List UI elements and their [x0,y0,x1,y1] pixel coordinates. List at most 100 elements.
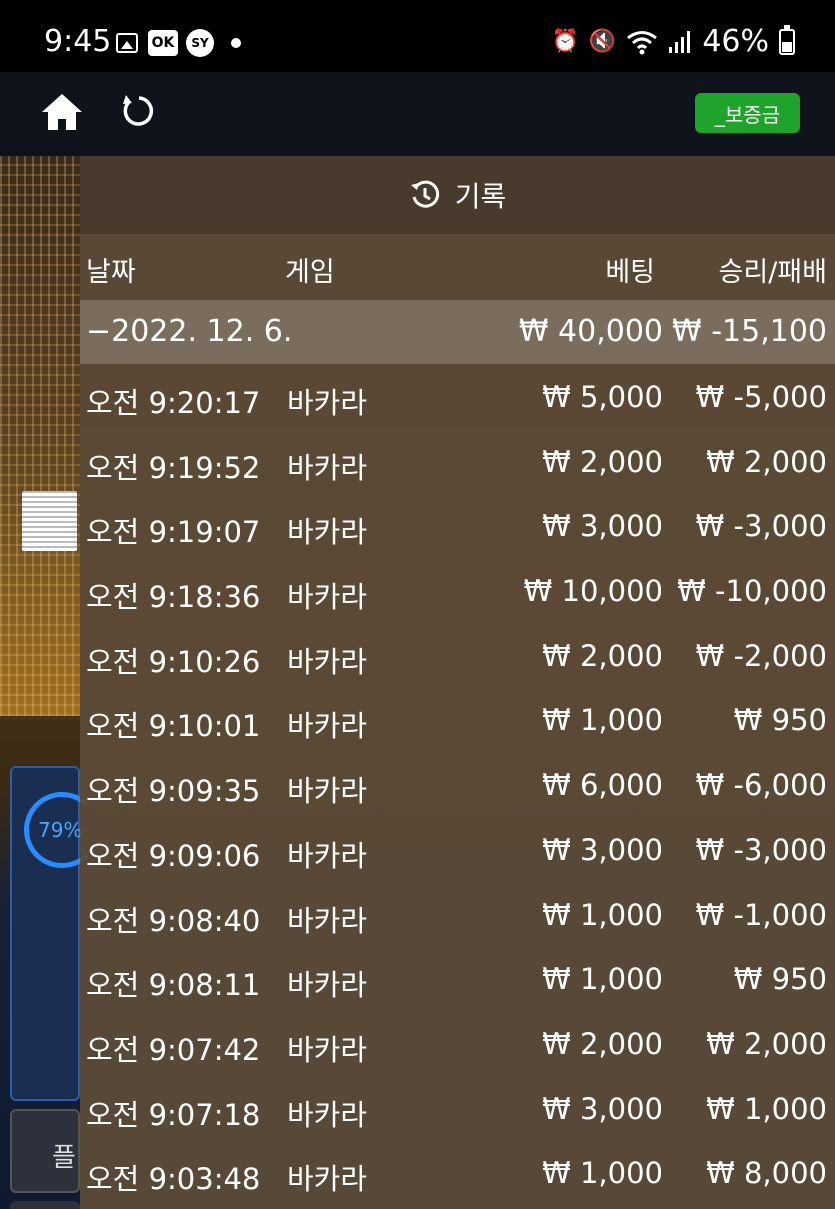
table-row[interactable]: 오전 9:19:07 바카라 ₩ 3,000 ₩ -3,000 [80,493,835,558]
row-time: 오전 9:09:06 [86,838,261,873]
progress-value: 79% [38,818,83,842]
casino-backdrop [0,156,80,716]
row-bet: ₩ 3,000 [542,509,663,544]
betting-side-panel[interactable]: 79% [10,766,100,1101]
table-row[interactable]: 오전 9:10:01 바카라 ₩ 1,000 ₩ 950 [80,687,835,752]
table-row[interactable]: 오전 9:18:36 바카라 ₩ 10,000 ₩ -10,000 [80,558,835,623]
image-icon [116,33,138,53]
status-bar: 9:45 OK SY ⏰ 🔇 46% [0,0,835,72]
row-bet: ₩ 5,000 [542,380,663,414]
date-group-winloss: ₩ -15,100 [672,314,827,349]
history-column-headers: 날짜 게임 베팅 승리/패배 [80,234,835,300]
row-winloss: ₩ -6,000 [695,768,827,803]
history-panel: 기록 날짜 게임 베팅 승리/패배 −2022. 12. 6. ₩ 40,000… [80,156,835,1209]
battery-percent: 46% [702,24,769,59]
row-game: 바카라 [287,450,368,485]
history-header: 기록 [80,156,835,234]
row-bet: ₩ 2,000 [542,638,663,673]
table-row[interactable]: 오전 9:07:42 바카라 ₩ 2,000 ₩ 2,000 [80,1011,835,1076]
status-time: 9:45 [44,24,112,59]
alarm-icon: ⏰ [551,29,579,54]
row-game: 바카라 [287,838,368,873]
row-bet: ₩ 3,000 [542,1091,663,1126]
row-winloss: ₩ -3,000 [695,509,827,544]
row-game: 바카라 [287,968,368,1003]
player-bonus-label: 플 [52,1143,76,1173]
player-bonus-button[interactable]: 플 [10,1109,80,1193]
ok-icon: OK [148,30,178,56]
table-row[interactable]: 오전 9:09:06 바카라 ₩ 3,000 ₩ -3,000 [80,817,835,882]
row-winloss: ₩ -10,000 [677,574,827,609]
battery-icon [779,24,795,55]
row-time: 오전 9:07:42 [86,1032,261,1067]
row-time: 오전 9:08:40 [86,903,261,938]
row-time: 오전 9:08:11 [86,968,261,1003]
sy-icon: SY [186,29,214,57]
row-bet: ₩ 1,000 [542,897,663,932]
row-game: 바카라 [287,515,368,550]
row-winloss: ₩ -5,000 [695,380,827,414]
status-right-group: ⏰ 🔇 46% [551,24,795,59]
table-row[interactable]: 오전 9:08:11 바카라 ₩ 1,000 ₩ 950 [80,946,835,1011]
row-winloss: ₩ -2,000 [695,638,827,673]
column-game: 게임 [285,257,335,288]
row-time: 오전 9:18:36 [86,580,261,615]
row-winloss: ₩ 950 [733,703,827,738]
row-time: 오전 9:20:17 [86,386,261,420]
date-group-date: −2022. 12. 6. [86,314,293,349]
history-title: 기록 [454,180,507,213]
row-game: 바카라 [287,1032,368,1067]
app-header: _보증금 [0,72,835,156]
table-row[interactable]: 오전 9:07:18 바카라 ₩ 3,000 ₩ 1,000 [80,1076,835,1141]
table-row[interactable]: 오전 9:09:35 바카라 ₩ 6,000 ₩ -6,000 [80,752,835,817]
row-game: 바카라 [287,903,368,938]
refresh-icon[interactable] [120,92,158,130]
row-winloss: ₩ 2,000 [706,1026,827,1061]
date-group-bet: ₩ 40,000 [518,314,663,349]
row-winloss: ₩ 2,000 [706,444,827,479]
row-time: 오전 9:03:48 [86,1162,261,1197]
row-bet: ₩ 1,000 [542,1156,663,1191]
signal-icon [669,30,691,53]
row-bet: ₩ 3,000 [542,832,663,867]
table-row[interactable]: 오전 9:19:52 바카라 ₩ 2,000 ₩ 2,000 [80,429,835,494]
table-row[interactable]: 오전 9:10:26 바카라 ₩ 2,000 ₩ -2,000 [80,623,835,688]
row-time: 오전 9:10:01 [86,709,261,744]
column-bet: 베팅 [605,257,655,288]
history-icon [410,180,439,208]
table-row[interactable]: 오전 9:03:48 바카라 ₩ 1,000 ₩ 8,000 [80,1140,835,1205]
mute-icon: 🔇 [588,29,617,54]
row-game: 바카라 [287,774,368,809]
lower-panel-button[interactable] [10,1201,80,1209]
row-game: 바카라 [287,386,368,420]
row-bet: ₩ 1,000 [542,703,663,738]
row-game: 바카라 [287,644,368,679]
row-game: 바카라 [287,580,368,615]
row-winloss: ₩ -1,000 [695,897,827,932]
row-bet: ₩ 10,000 [523,574,663,609]
row-winloss: ₩ 950 [733,962,827,997]
date-group-row[interactable]: −2022. 12. 6. ₩ 40,000 ₩ -15,100 [80,300,835,364]
row-time: 오전 9:19:07 [86,515,261,550]
row-winloss: ₩ -3,000 [695,832,827,867]
table-row[interactable]: 오전 9:08:40 바카라 ₩ 1,000 ₩ -1,000 [80,882,835,947]
row-bet: ₩ 6,000 [542,768,663,803]
deposit-button[interactable]: _보증금 [695,93,800,133]
row-time: 오전 9:10:26 [86,644,261,679]
row-game: 바카라 [287,709,368,744]
row-time: 오전 9:19:52 [86,450,261,485]
history-list: 오전 9:20:17 바카라 ₩ 5,000 ₩ -5,000 오전 9:19:52 바카… [80,364,835,1205]
row-bet: ₩ 2,000 [542,444,663,479]
row-game: 바카라 [287,1097,368,1132]
column-date: 날짜 [86,257,136,288]
wifi-icon [627,30,658,54]
home-icon[interactable] [40,92,84,132]
row-winloss: ₩ 1,000 [706,1091,827,1126]
card-stack-image [22,491,77,551]
row-game: 바카라 [287,1162,368,1197]
row-bet: ₩ 2,000 [542,1026,663,1061]
row-winloss: ₩ 8,000 [706,1156,827,1191]
table-row[interactable]: 오전 9:20:17 바카라 ₩ 5,000 ₩ -5,000 [80,364,835,429]
dot-icon [231,38,241,48]
row-bet: ₩ 1,000 [542,962,663,997]
